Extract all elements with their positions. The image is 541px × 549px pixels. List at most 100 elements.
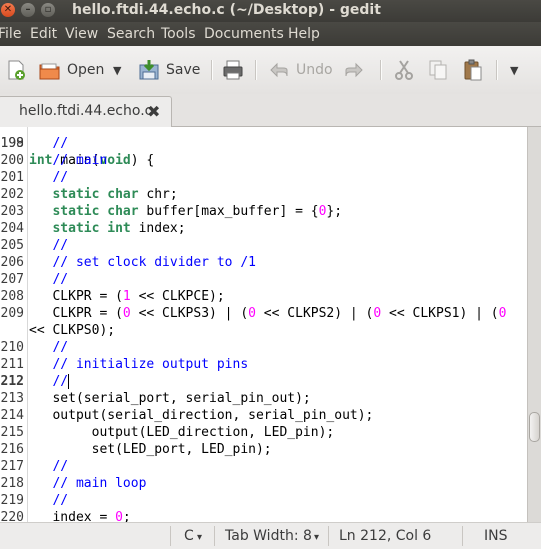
line-number: 212 [0, 374, 24, 389]
line-number: 205 [0, 238, 24, 253]
partial-code-line: 198 int main(void) { [0, 127, 527, 168]
open-folder-icon [39, 63, 60, 80]
scrollbar-thumb[interactable] [529, 412, 540, 442]
line-number: 215 [0, 425, 24, 440]
code-text: // [29, 272, 69, 287]
code-text: static int index; [52, 221, 186, 236]
toolbar-separator [496, 60, 498, 80]
dropdown-arrow-icon: ▼ [113, 63, 122, 77]
copy-button[interactable] [427, 58, 455, 82]
tab-width-selector[interactable]: Tab Width: 8 [225, 528, 312, 544]
code-line: 201 // [0, 169, 527, 186]
menu-documents[interactable]: Documents [204, 26, 284, 42]
code-text: output(serial_direction, serial_pin_out)… [29, 408, 374, 423]
menu-tools[interactable]: Tools [161, 26, 196, 42]
code-line: 202 static char chr; [0, 186, 527, 203]
maximize-icon[interactable]: ▫ [41, 3, 55, 17]
line-number: 200 [0, 153, 24, 168]
code-text: // [29, 493, 69, 508]
line-number: 204 [0, 221, 24, 236]
code-line: 205 // [0, 237, 527, 254]
code-text: // [29, 136, 69, 151]
code-line: 216 set(LED_port, LED_pin); [0, 441, 527, 458]
new-document-icon [8, 60, 25, 80]
code-text: // [29, 170, 69, 185]
toolbar: Open ▼ Save Undo ▼ [0, 46, 541, 95]
print-button[interactable] [222, 58, 250, 82]
toolbar-separator [211, 60, 213, 80]
toolbar-separator [380, 60, 382, 80]
line-number: 209 [0, 306, 24, 321]
menu-edit[interactable]: Edit [30, 26, 57, 42]
line-number: 202 [0, 187, 24, 202]
text-cursor [68, 374, 70, 389]
code-line: 203 static char buffer[max_buffer] = {0}… [0, 203, 527, 220]
code-text: CLKPR = (1 << CLKPCE); [29, 289, 225, 304]
cut-button[interactable] [393, 58, 421, 82]
menu-search[interactable]: Search [107, 26, 155, 42]
code-line: 207 // [0, 271, 527, 288]
menu-file[interactable]: File [0, 26, 21, 42]
cut-icon [395, 60, 413, 80]
code-line: 199 // [0, 135, 527, 152]
menu-bar: File Edit View Search Tools Documents He… [0, 22, 541, 46]
line-number: 207 [0, 272, 24, 287]
menu-view[interactable]: View [65, 26, 98, 42]
line-number: 219 [0, 493, 24, 508]
code-text: static char buffer[max_buffer] = {0}; [52, 204, 343, 219]
toolbar-separator [255, 60, 257, 80]
paste-icon [464, 59, 482, 81]
tab-hello-ftdi-44-echo-c[interactable]: hello.ftdi.44.echo.c ✖ [0, 96, 172, 127]
line-number: 214 [0, 408, 24, 423]
line-number: 216 [0, 442, 24, 457]
vertical-scrollbar[interactable] [527, 127, 541, 522]
code-line: 213 set(serial_port, serial_pin_out); [0, 390, 527, 407]
code-text: // [29, 340, 69, 355]
code-line: 218 // main loop [0, 475, 527, 492]
redo-button[interactable] [343, 58, 371, 82]
line-number: 201 [0, 170, 24, 185]
save-label: Save [166, 62, 201, 78]
code-line: 212 // [0, 373, 527, 390]
language-selector[interactable]: C [184, 528, 194, 544]
cursor-position: Ln 212, Col 6 [339, 528, 432, 544]
undo-button[interactable]: Undo [268, 58, 333, 82]
code-line: 208 CLKPR = (1 << CLKPCE); [0, 288, 527, 305]
close-tab-icon[interactable]: ✖ [147, 102, 160, 121]
code-text: // main loop [29, 476, 147, 491]
code-text: static char chr; [52, 187, 178, 202]
line-number: 199 [0, 136, 24, 151]
code-line: 200 // main [0, 152, 527, 169]
menu-help[interactable]: Help [288, 26, 320, 42]
line-number: 203 [0, 204, 24, 219]
tab-label: hello.ftdi.44.echo.c [19, 103, 153, 119]
minimize-icon[interactable]: – [21, 3, 35, 17]
line-number: 213 [0, 391, 24, 406]
code-text: // [29, 238, 69, 253]
line-number: 217 [0, 459, 24, 474]
paste-button[interactable] [462, 58, 490, 82]
code-line: 209 CLKPR = (0 << CLKPS3) | (0 << CLKPS2… [0, 305, 527, 322]
editor[interactable]: 198 int main(void) { 199 //200 // main 20… [0, 127, 527, 522]
code-text: index = 0; [29, 510, 131, 522]
line-number: 208 [0, 289, 24, 304]
dropdown-arrow-icon[interactable]: ▾ [314, 532, 319, 543]
insert-mode: INS [484, 528, 508, 544]
line-number: 211 [0, 357, 24, 372]
open-label: Open [67, 62, 105, 78]
close-icon[interactable]: ✕ [1, 3, 15, 17]
new-document-button[interactable] [5, 58, 33, 82]
code-line: 206 // set clock divider to /1 [0, 254, 527, 271]
save-button[interactable]: Save [138, 58, 200, 82]
toolbar-overflow-button[interactable]: ▼ [510, 58, 518, 82]
dropdown-arrow-icon[interactable]: ▾ [197, 532, 202, 543]
code-text: // [29, 374, 69, 389]
code-line: << CLKPS0); [0, 322, 527, 339]
code-text: output(LED_direction, LED_pin); [29, 425, 335, 440]
print-icon [223, 60, 243, 80]
code-text: set(serial_port, serial_pin_out); [29, 391, 311, 406]
open-button[interactable]: Open [39, 58, 104, 82]
open-recent-dropdown[interactable]: ▼ [113, 58, 121, 82]
code-text: CLKPR = (0 << CLKPS3) | (0 << CLKPS2) | … [29, 306, 507, 321]
redo-icon [345, 62, 363, 78]
